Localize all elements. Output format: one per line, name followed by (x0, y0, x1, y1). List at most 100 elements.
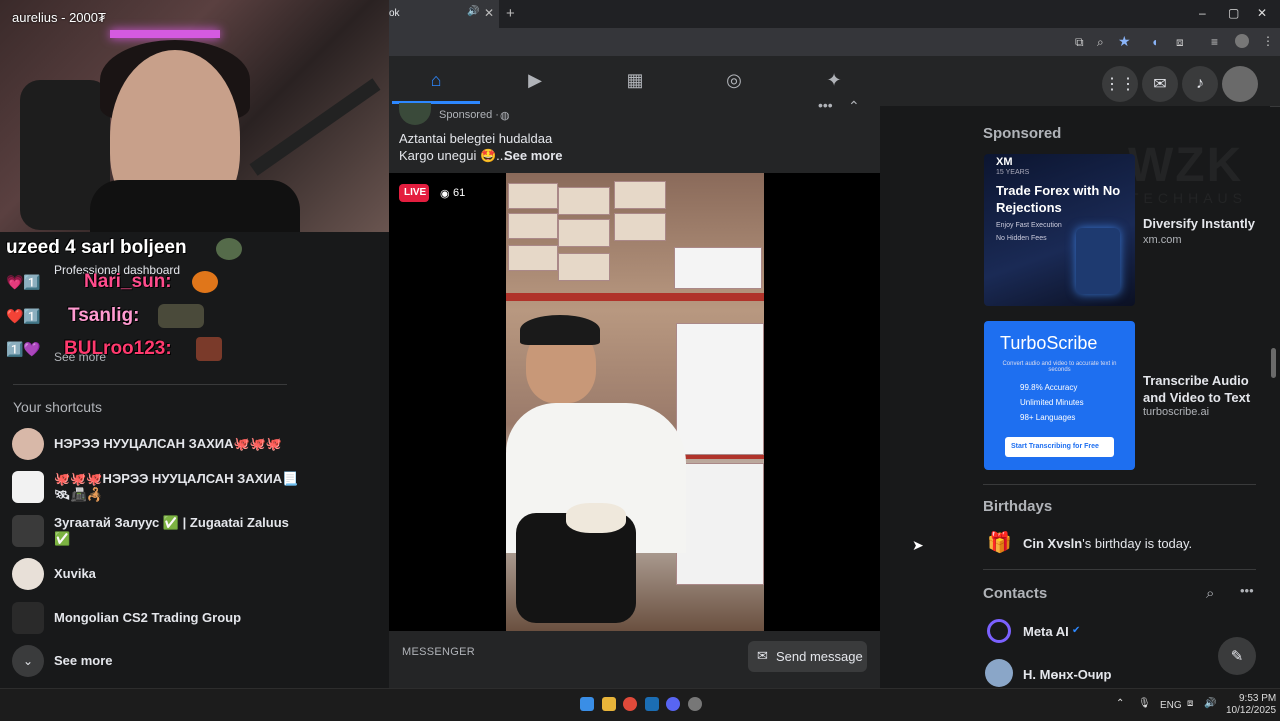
messenger-icon[interactable]: ✉ (1142, 66, 1178, 102)
shortcut-item[interactable]: Зугаатай Залуус ✅ | Zugaatai Zaluus ✅ (12, 515, 292, 547)
shoe-box (558, 219, 610, 247)
sponsored-label: Sponsored · (439, 109, 499, 121)
close-tab-icon[interactable]: ✕ (484, 6, 494, 20)
contact-avatar[interactable] (985, 659, 1013, 687)
new-message-icon[interactable]: ✎ (1218, 637, 1256, 675)
contact-name[interactable]: Н. Мөнх-Очир (1023, 667, 1111, 682)
ad-domain: turboscribe.ai (1143, 406, 1210, 418)
divider (983, 569, 1256, 570)
close-window-icon[interactable]: ✕ (1257, 6, 1267, 20)
cast-icon[interactable]: ⧉ (1075, 35, 1084, 50)
ad-title[interactable]: Diversify Instantly (1143, 216, 1255, 231)
post-text-line1: Aztantai belegtei hudaldaa (399, 131, 553, 146)
file-explorer-icon[interactable] (602, 697, 616, 711)
sponsored-heading: Sponsored (983, 125, 1062, 142)
streamer-shirt (90, 180, 300, 232)
divider (983, 484, 1256, 485)
presenter (506, 315, 686, 631)
account-avatar[interactable] (1222, 66, 1258, 102)
scrollbar-thumb[interactable] (1271, 348, 1276, 378)
mic-icon[interactable]: 🎙 (1138, 698, 1151, 709)
audio-icon[interactable]: 🔊 (467, 6, 479, 17)
ad-domain: xm.com (1143, 234, 1182, 246)
turboscribe-sub: Convert audio and video to accurate text… (1002, 361, 1117, 373)
ad-title[interactable]: Transcribe Audio and Video to Text (1143, 372, 1263, 406)
birthday-name: Cin Xvsln (1023, 536, 1083, 551)
ad-image-xm[interactable]: XM 15 YEARS Trade Forex with No Rejectio… (984, 154, 1135, 306)
start-icon[interactable] (580, 697, 594, 711)
ad-image-turboscribe[interactable]: TurboScribe Convert audio and video to a… (984, 321, 1135, 470)
shortcut-avatar (12, 558, 44, 590)
see-more-link[interactable]: See more (504, 148, 563, 163)
shortcut-item[interactable]: НЭРЭЭ НУУЦАЛСАН ЗАХИА🐙🐙🐙 (12, 428, 292, 460)
turboscribe-cta: Start Transcribing for Free (1005, 437, 1114, 457)
send-message-button[interactable]: ✉ Send message (748, 641, 867, 672)
microphone-arm (249, 78, 381, 176)
puzzle-icon[interactable]: ⧈ (1176, 35, 1184, 50)
see-more-button[interactable]: ⌄ See more (12, 645, 292, 677)
chat-message: uzeed 4 sarl boljeen (6, 237, 187, 258)
coin-graphic (1076, 228, 1120, 294)
steam-icon[interactable] (645, 697, 659, 711)
shortcut-item[interactable]: Mongolian CS2 Trading Group (12, 602, 292, 634)
marketplace-icon[interactable]: ▦ (621, 66, 649, 94)
chat-badges-icon: ❤️1️⃣ (6, 308, 41, 324)
shortcut-item[interactable]: 🐙🐙🐙НЭРЭЭ НУУЦАЛСАН ЗАХИА📃🛰📠🦂 (12, 471, 302, 503)
grid-icon[interactable]: ⋮⋮ (1102, 66, 1138, 102)
shortcut-avatar (12, 515, 44, 547)
browser-tab[interactable]: ok 🔊 ✕ (389, 0, 499, 28)
chat-username: Nari_sun: (84, 271, 172, 292)
birthdays-heading: Birthdays (983, 498, 1053, 515)
gaming-icon[interactable]: ✦ (820, 66, 848, 94)
contact-name[interactable]: Meta AI (1023, 624, 1069, 639)
more-options-icon[interactable]: ••• (818, 97, 833, 113)
xm-bullet: Enjoy Fast Execution (996, 222, 1062, 229)
shortcut-item[interactable]: Xuvika (12, 558, 292, 590)
birthday-text[interactable]: Cin Xvsln's birthday is today. (1023, 536, 1192, 551)
clock-date[interactable]: 10/12/2025 (1226, 705, 1276, 716)
more-options-icon[interactable]: ••• (1240, 583, 1254, 598)
tab-title: ok (389, 8, 400, 19)
chrome-icon[interactable] (623, 697, 637, 711)
xm-bullet: No Hidden Fees (996, 235, 1047, 242)
groups-icon[interactable]: ◎ (720, 66, 748, 94)
profile-avatar[interactable] (1235, 34, 1249, 48)
clock-time[interactable]: 9:53 PM (1239, 693, 1276, 704)
minimize-icon[interactable]: – (1199, 6, 1206, 20)
boot-fur (566, 503, 626, 533)
home-icon[interactable]: ⌂ (422, 66, 450, 94)
neon-light (110, 30, 220, 38)
chevron-up-icon[interactable]: ⌃ (1116, 698, 1124, 709)
new-tab-button[interactable]: + (506, 5, 515, 22)
bell-icon[interactable]: ♪ (1182, 66, 1218, 102)
network-icon[interactable]: ⧈ (1187, 698, 1193, 709)
video-icon[interactable]: ▶ (521, 66, 549, 94)
send-message-label: Send message (776, 649, 863, 664)
see-more-top[interactable]: See more (54, 350, 106, 364)
collapse-icon[interactable]: ⌃ (848, 98, 860, 115)
settings-icon[interactable] (688, 697, 702, 711)
chat-badges-icon: 💗1️⃣ (6, 274, 41, 290)
shortcut-avatar (12, 471, 44, 503)
maximize-icon[interactable]: ▢ (1228, 6, 1239, 20)
kebab-menu-icon[interactable]: ⋮ (1262, 34, 1274, 48)
gift-icon: 🎁 (987, 532, 1012, 554)
chat-username: Tsanlig: (68, 305, 140, 326)
extension-icon[interactable]: ◖ (1151, 35, 1158, 49)
verified-icon: ✔ (1072, 625, 1081, 636)
emote-icon (158, 304, 204, 328)
emote-icon (216, 238, 242, 260)
shoe-box (614, 181, 666, 209)
bookmark-star-icon[interactable]: ★ (1118, 33, 1131, 50)
meta-ai-icon[interactable] (987, 619, 1011, 643)
discord-icon[interactable] (666, 697, 680, 711)
media-icon[interactable]: ≡ (1211, 35, 1218, 49)
browser-address-bar[interactable] (389, 28, 1280, 56)
watermark: WZK (1128, 139, 1244, 192)
post-text-line2: Kargo unegui 🤩... (399, 148, 507, 163)
volume-icon[interactable]: 🔊 (1204, 698, 1216, 709)
emote-icon (196, 337, 222, 361)
zoom-icon[interactable]: ⌕ (1097, 35, 1104, 50)
language-indicator[interactable]: ENG (1160, 700, 1182, 711)
search-icon[interactable]: ⌕ (1206, 585, 1214, 602)
